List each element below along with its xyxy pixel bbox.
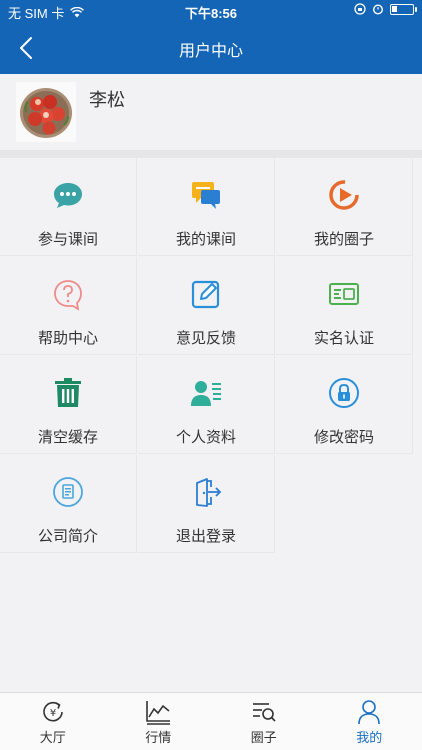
status-bar: 无 SIM 卡 下午8:56 (0, 0, 422, 22)
alarm-icon (372, 4, 384, 15)
menu-label: 参与课间 (37, 231, 98, 248)
trash-icon (55, 378, 81, 407)
yen-refresh-icon: ¥ (43, 701, 63, 722)
menu-item-real-name[interactable]: 实名认证 (276, 257, 413, 355)
menu-item-clear-cache[interactable]: 清空缓存 (0, 356, 137, 454)
document-icon (53, 477, 83, 507)
play-circle-icon (329, 180, 359, 210)
profile-section[interactable]: 李松 (0, 74, 422, 150)
list-search-icon (252, 703, 276, 722)
top-bar: 无 SIM 卡 下午8:56 用户中心 (0, 0, 422, 74)
tab-label: 大厅 (39, 730, 66, 745)
lock-icon (329, 378, 359, 408)
menu-item-company-intro[interactable]: 公司简介 (0, 455, 137, 553)
user-profile-icon (191, 381, 221, 406)
logout-icon (196, 478, 222, 507)
menu-label: 公司简介 (37, 528, 98, 545)
bottom-tab-bar: ¥ 大厅 行情 圈子 我的 (0, 692, 422, 750)
menu-label: 修改密码 (313, 429, 374, 446)
menu-item-help-center[interactable]: 帮助中心 (0, 257, 137, 355)
tab-hall[interactable]: ¥ 大厅 (0, 693, 106, 750)
menu-label: 退出登录 (175, 528, 236, 545)
rotation-lock-icon (354, 3, 366, 15)
menu-label: 帮助中心 (37, 330, 98, 347)
menu-label: 我的圈子 (313, 231, 374, 248)
tab-label: 行情 (145, 730, 172, 745)
menu-label: 实名认证 (313, 330, 374, 347)
tab-mine[interactable]: 我的 (317, 693, 422, 750)
menu-label: 意见反馈 (175, 330, 236, 347)
menu-item-profile[interactable]: 个人资料 (138, 356, 275, 454)
menu-item-logout[interactable]: 退出登录 (138, 455, 275, 553)
menu-item-feedback[interactable]: 意见反馈 (138, 257, 275, 355)
tab-market[interactable]: 行情 (106, 693, 212, 750)
menu-label: 清空缓存 (37, 429, 98, 446)
page-title: 用户中心 (178, 43, 243, 60)
tab-label: 我的 (356, 730, 383, 745)
help-icon (54, 280, 82, 311)
line-chart-icon (146, 701, 171, 725)
menu-label: 个人资料 (175, 429, 236, 446)
person-icon (358, 700, 381, 725)
avatar[interactable] (16, 82, 76, 142)
menu-label: 我的课间 (175, 231, 236, 248)
id-card-icon (329, 283, 359, 305)
edit-icon (191, 280, 220, 309)
tab-circle[interactable]: 圈子 (211, 693, 317, 750)
battery-icon (390, 3, 417, 15)
menu-item-change-password[interactable]: 修改密码 (276, 356, 413, 454)
apples-avatar-icon (16, 82, 76, 142)
tab-label: 圈子 (250, 730, 277, 745)
menu-item-my-class[interactable]: 我的课间 (138, 158, 275, 256)
nav-bar: 用户中心 (0, 22, 422, 74)
message-bubbles-icon (192, 182, 220, 209)
user-name: 李松 (89, 90, 125, 110)
section-divider (0, 150, 422, 158)
menu-item-my-circle[interactable]: 我的圈子 (276, 158, 413, 256)
menu-item-join-class[interactable]: 参与课间 (0, 158, 137, 256)
chat-bubble-icon (54, 183, 82, 208)
svg-text:¥: ¥ (50, 708, 56, 719)
status-right (354, 3, 417, 15)
